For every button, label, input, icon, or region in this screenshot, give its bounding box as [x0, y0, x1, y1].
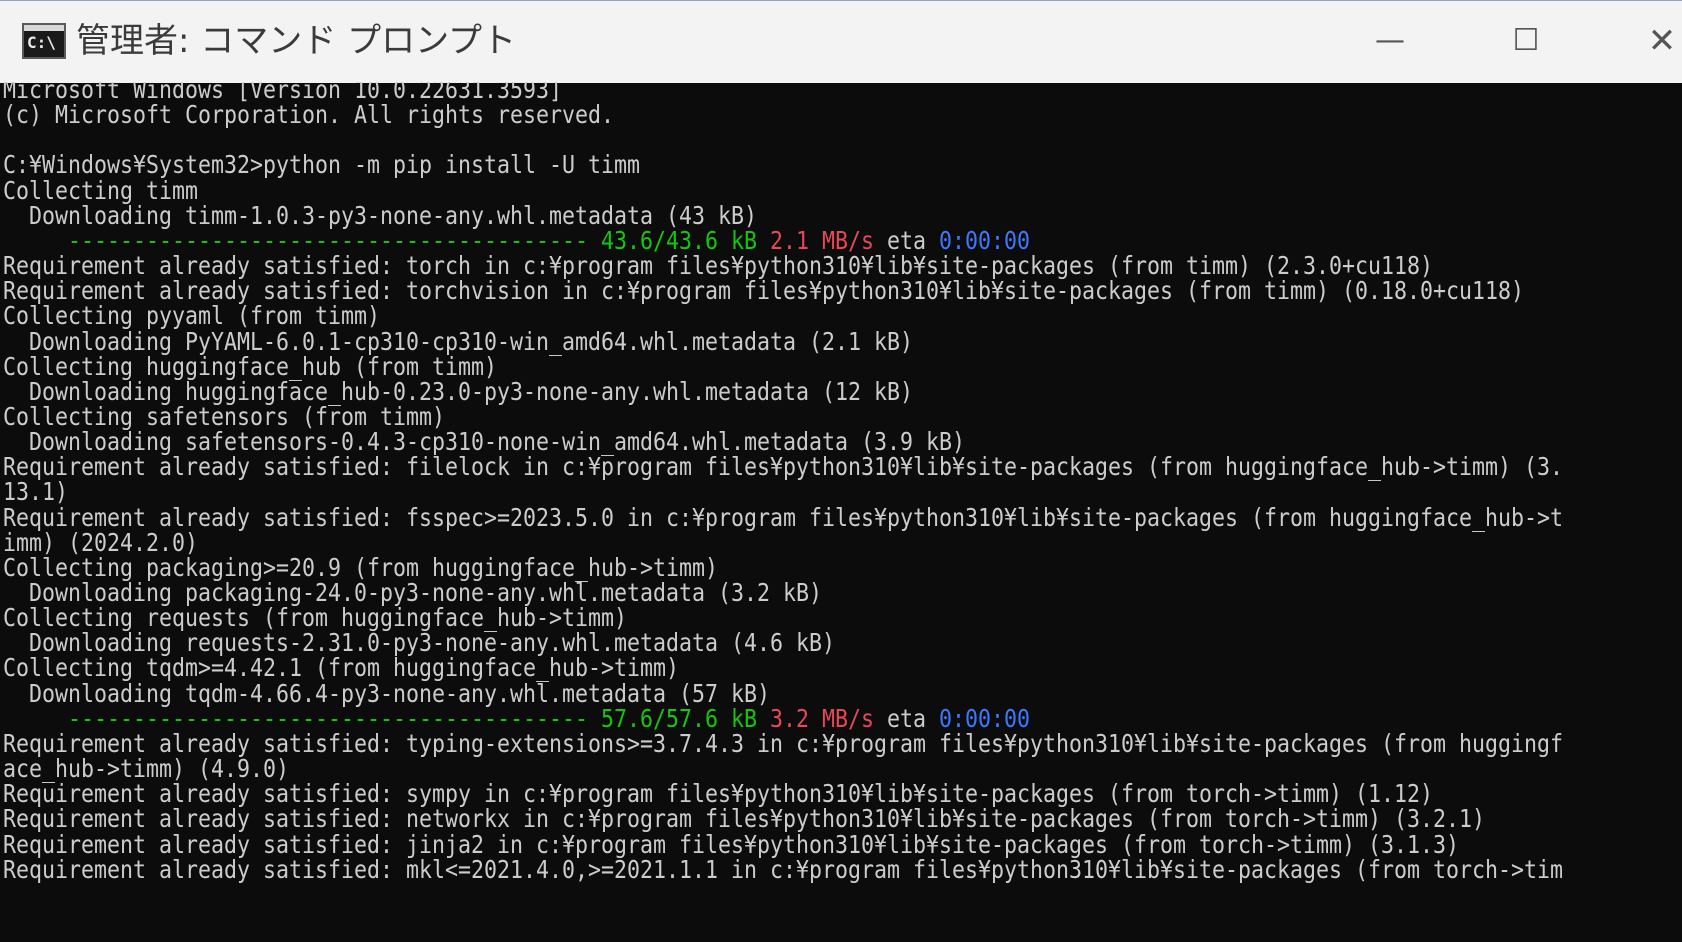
console-line: (c) Microsoft Corporation. All rights re…	[3, 100, 614, 130]
console-output[interactable]: Microsoft Windows [Version 10.0.22631.35…	[0, 82, 1682, 942]
maximize-icon: ☐	[1512, 23, 1540, 58]
console-line: Requirement already satisfied: networkx …	[3, 804, 1485, 834]
command-prompt-icon: C:\	[22, 23, 66, 59]
console-line: C:¥Windows¥System32>python -m pip instal…	[3, 150, 640, 180]
icon-text: C:\	[27, 33, 56, 52]
console-line: ace_hub->timm) (4.9.0)	[3, 754, 289, 784]
console-line: Collecting requests (from huggingface_hu…	[3, 603, 627, 633]
console-line: Requirement already satisfied: filelock …	[3, 452, 1563, 482]
console-line: Requirement already satisfied: torchvisi…	[3, 276, 1524, 306]
title-bar[interactable]: C:\ 管理者: コマンド プロンプト — ☐ ✕	[0, 0, 1682, 83]
window-title: 管理者: コマンド プロンプト	[76, 21, 517, 61]
console-line: Requirement already satisfied: typing-ex…	[3, 728, 1563, 758]
console-line: Collecting timm	[3, 175, 198, 205]
console-line: Collecting pyyaml (from timm)	[3, 301, 380, 331]
console-line: Collecting packaging>=20.9 (from hugging…	[3, 552, 718, 582]
console-line: Downloading huggingface_hub-0.23.0-py3-n…	[3, 376, 913, 406]
console-line: 13.1)	[3, 477, 68, 507]
console-line: imm) (2024.2.0)	[3, 527, 198, 557]
console-line: Requirement already satisfied: mkl<=2021…	[3, 854, 1563, 884]
progress-line: ----------------------------------------…	[68, 227, 1030, 254]
close-icon: ✕	[1647, 21, 1677, 61]
console-line: Downloading PyYAML-6.0.1-cp310-cp310-win…	[3, 326, 913, 356]
minimize-button[interactable]: —	[1360, 19, 1420, 63]
maximize-button[interactable]: ☐	[1496, 19, 1556, 63]
progress-line: ----------------------------------------…	[68, 705, 1030, 732]
console-line: Downloading packaging-24.0-py3-none-any.…	[3, 578, 822, 607]
command-prompt-window: C:\ 管理者: コマンド プロンプト — ☐ ✕ Microsoft Wind…	[0, 0, 1682, 942]
console-line: Collecting tqdm>=4.42.1 (from huggingfac…	[3, 653, 679, 683]
console-line: Requirement already satisfied: sympy in …	[3, 779, 1433, 809]
console-line: Downloading tqdm-4.66.4-py3-none-any.whl…	[3, 678, 770, 708]
console-line: Requirement already satisfied: jinja2 in…	[3, 829, 1459, 859]
console-line: Downloading safetensors-0.4.3-cp310-none…	[3, 427, 965, 457]
console-line: Collecting safetensors (from timm)	[3, 401, 445, 431]
minimize-icon: —	[1375, 23, 1405, 58]
close-button[interactable]: ✕	[1632, 19, 1682, 63]
console-line: Requirement already satisfied: torch in …	[3, 251, 1433, 281]
console-line: Requirement already satisfied: fsspec>=2…	[3, 502, 1563, 532]
console-line: Collecting huggingface_hub (from timm)	[3, 351, 497, 381]
console-line: Downloading timm-1.0.3-py3-none-any.whl.…	[3, 200, 757, 230]
console-line: Downloading requests-2.31.0-py3-none-any…	[3, 628, 835, 658]
